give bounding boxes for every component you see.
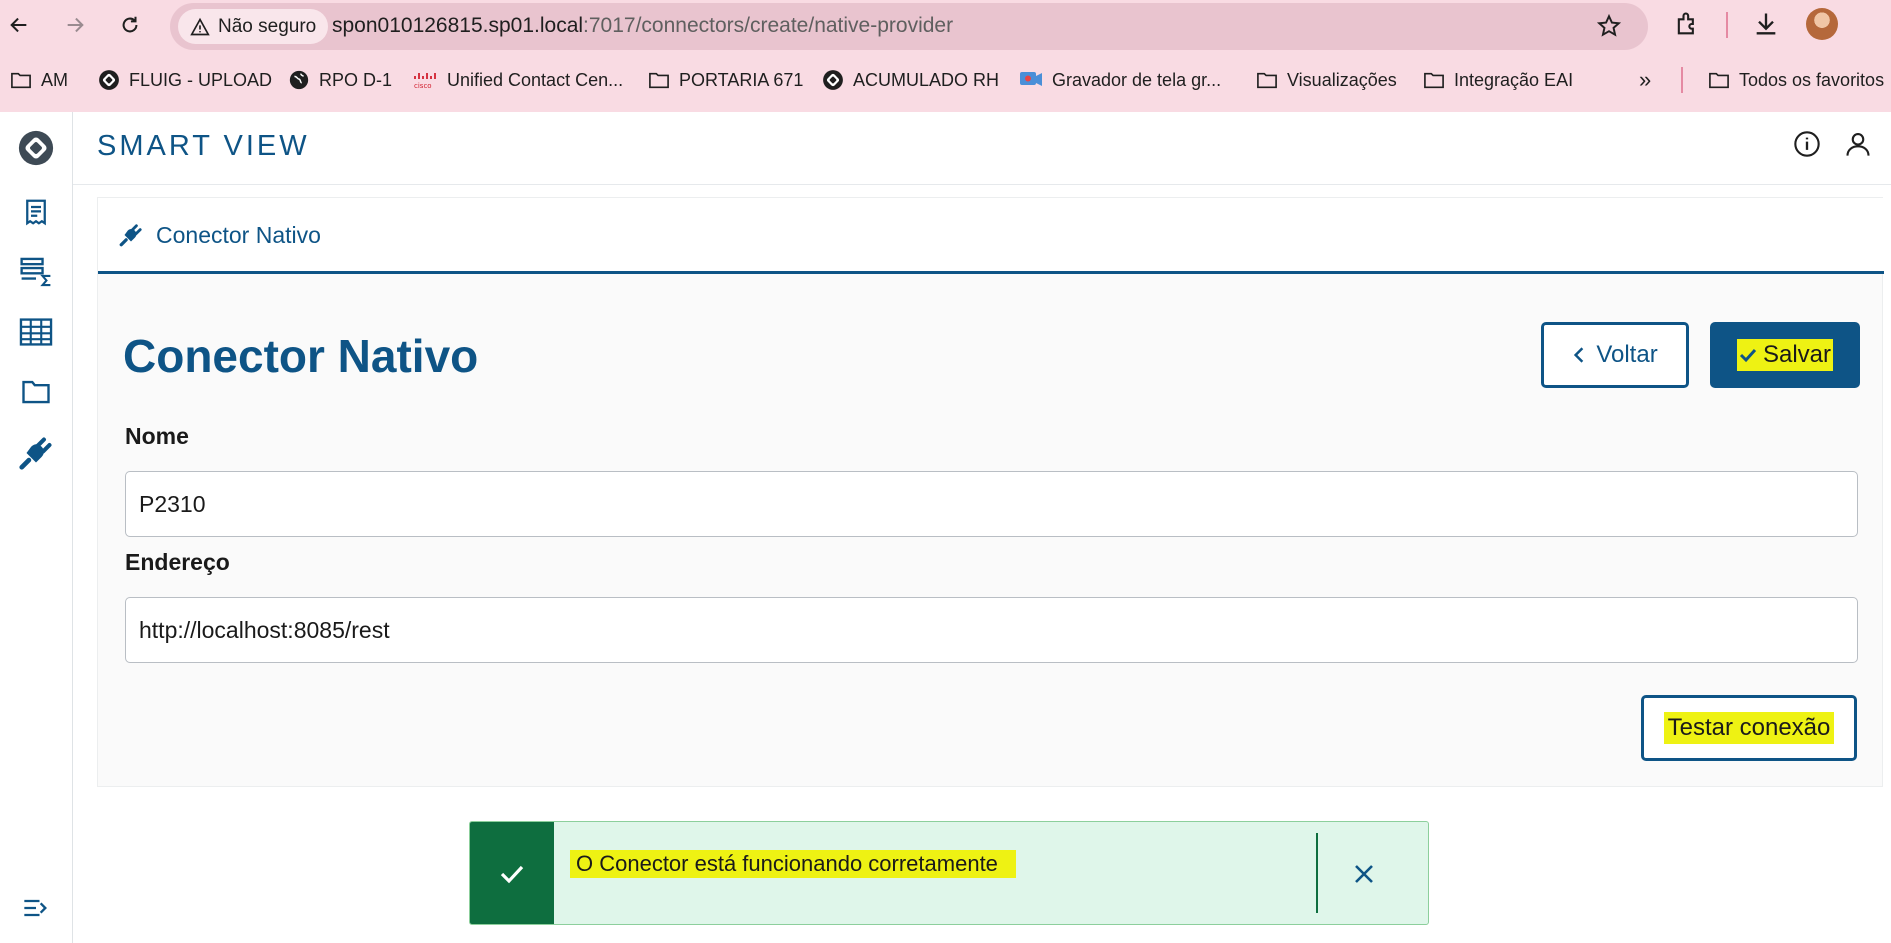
list-sum-icon (20, 257, 51, 287)
bookmark-item[interactable]: FLUIG - UPLOAD (98, 68, 272, 92)
cisco-logo-icon: cisco (412, 70, 438, 90)
menu-expand-icon (24, 899, 47, 917)
all-favorites[interactable]: Todos os favoritos (1708, 68, 1884, 92)
folder-icon (648, 70, 670, 90)
address-input[interactable]: http://localhost:8085/rest (125, 597, 1858, 663)
url-text[interactable]: spon010126815.sp01.local:7017/connectors… (332, 14, 953, 38)
bookmark-item[interactable]: ACUMULADO RH (822, 68, 999, 92)
bookmark-label: Visualizações (1287, 69, 1397, 90)
url-host: spon010126815.sp01.local (332, 14, 584, 37)
folder-icon (10, 70, 32, 90)
bookmarks-divider (1681, 67, 1683, 93)
bookmark-label: ACUMULADO RH (853, 69, 1000, 90)
svg-text:cisco: cisco (414, 82, 432, 90)
folder-icon (1423, 70, 1445, 90)
save-button-label: Salvar (1762, 341, 1832, 368)
folder-icon (1709, 72, 1729, 89)
address-label: Endereço (125, 549, 230, 575)
check-icon (470, 822, 554, 924)
sidebar-item-reports[interactable] (8, 187, 64, 237)
sidebar-item-analytics[interactable] (8, 247, 64, 297)
test-connection-label: Testar conexão (1663, 712, 1835, 744)
brand-title: SMART VIEW (97, 130, 310, 162)
folder-icon (1256, 70, 1278, 90)
chevron-left-icon (1574, 347, 1584, 363)
plug-icon (19, 437, 52, 470)
browser-chrome: Não seguro spon010126815.sp01.local:7017… (0, 0, 1891, 112)
panel-header: Conector Nativo (98, 198, 1884, 274)
security-chip[interactable]: Não seguro (178, 9, 329, 44)
bookmark-item[interactable]: PORTARIA 671 (648, 68, 803, 92)
totvs-logo-icon (822, 69, 844, 91)
bookmark-label: PORTARIA 671 (679, 69, 804, 90)
breadcrumb: Conector Nativo (156, 222, 321, 248)
save-button[interactable]: Salvar (1710, 322, 1860, 388)
app: SMART VIEW Conector Nativo Conector Nati… (0, 112, 1891, 943)
forward-arrow-icon[interactable] (58, 8, 92, 42)
sidebar-toggle[interactable] (8, 883, 64, 933)
back-button-label: Voltar (1596, 341, 1658, 368)
test-connection-button[interactable]: Testar conexão (1641, 695, 1857, 761)
bookmark-item[interactable]: Gravador de tela gr... (1019, 68, 1221, 92)
toolbar-divider (1726, 12, 1728, 38)
screen-recorder-icon (1019, 69, 1043, 91)
sidebar (0, 112, 73, 943)
bookmark-label: FLUIG - UPLOAD (129, 69, 273, 90)
url-path: :7017/connectors/create/native-provider (583, 14, 954, 37)
bookmark-item[interactable]: AM (10, 68, 68, 92)
report-icon (26, 199, 46, 226)
bookmark-label: Unified Contact Cen... (447, 69, 624, 90)
main-content: Conector Nativo Conector Nativo Voltar S… (73, 185, 1891, 943)
plug-icon (118, 222, 144, 253)
toast-message: O Conector está funcionando corretamente (570, 850, 1016, 878)
bookmark-label: Gravador de tela gr... (1052, 69, 1222, 90)
close-icon[interactable] (1340, 850, 1388, 898)
totvs-logo-icon (98, 69, 120, 91)
totvs-logo-icon[interactable] (8, 123, 64, 173)
download-icon[interactable] (1752, 10, 1780, 43)
bookmark-item[interactable]: Integração EAI (1423, 68, 1573, 92)
globe-icon (288, 69, 310, 91)
bookmark-item[interactable]: Visualizações (1256, 68, 1397, 92)
sidebar-item-files[interactable] (8, 367, 64, 417)
sidebar-item-connectors[interactable] (8, 428, 64, 478)
table-icon (19, 318, 53, 346)
star-icon[interactable] (1596, 13, 1622, 44)
back-button[interactable]: Voltar (1541, 322, 1689, 388)
extensions-icon[interactable] (1673, 10, 1701, 43)
check-icon (1739, 348, 1757, 363)
bookmark-item[interactable]: cisco Unified Contact Cen... (412, 68, 623, 92)
security-label: Não seguro (218, 15, 317, 37)
bookmark-item[interactable]: RPO D-1 (288, 68, 392, 92)
toast-divider (1316, 833, 1318, 913)
profile-avatar[interactable] (1806, 8, 1838, 40)
page-title: Conector Nativo (123, 330, 479, 382)
bookmark-label: AM (41, 69, 68, 90)
bookmark-label: Integração EAI (1454, 69, 1574, 90)
connector-panel: Conector Nativo Conector Nativo Voltar S… (97, 197, 1884, 787)
name-label: Nome (125, 423, 189, 449)
bookmark-label: RPO D-1 (319, 69, 393, 90)
all-favorites-label: Todos os favoritos (1739, 69, 1885, 90)
success-toast: O Conector está funcionando corretamente (469, 821, 1429, 925)
bookmarks-overflow-icon[interactable]: » (1639, 67, 1651, 92)
reload-icon[interactable] (113, 8, 147, 42)
app-header: SMART VIEW (73, 112, 1891, 185)
user-icon[interactable] (1844, 130, 1872, 163)
folder-icon (22, 380, 50, 404)
info-icon[interactable] (1793, 130, 1821, 163)
warning-icon (190, 17, 210, 35)
name-input[interactable]: P2310 (125, 471, 1858, 537)
back-arrow-icon[interactable] (2, 8, 36, 42)
sidebar-item-tables[interactable] (8, 307, 64, 357)
address-bar[interactable]: Não seguro spon010126815.sp01.local:7017… (170, 3, 1648, 50)
